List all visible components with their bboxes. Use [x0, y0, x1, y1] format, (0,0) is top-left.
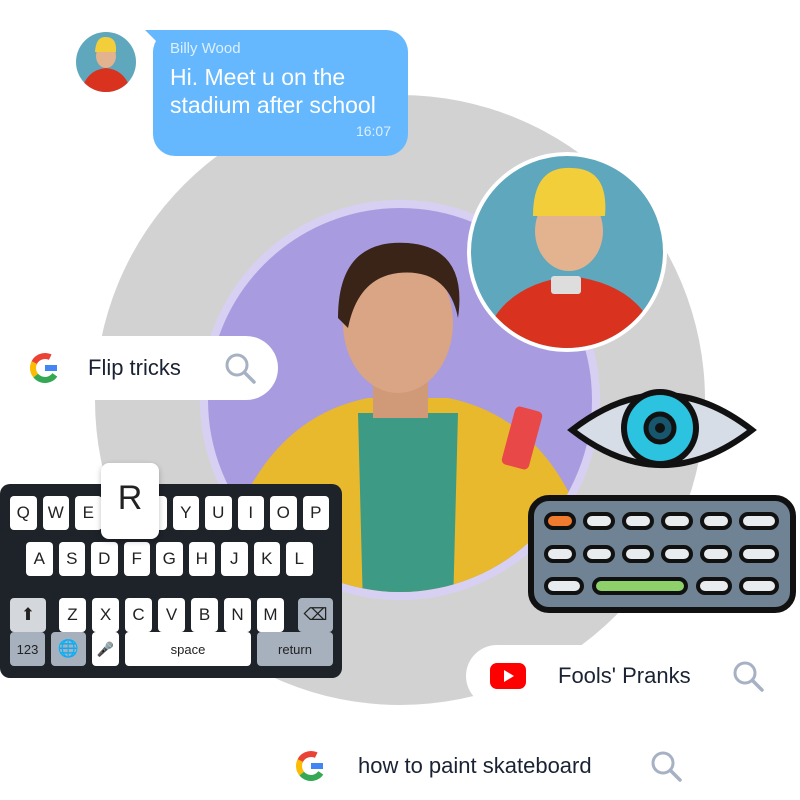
eye-icon: [567, 380, 757, 485]
backspace-key[interactable]: ⌫: [298, 598, 333, 632]
search-bar-google[interactable]: Flip tricks: [0, 336, 278, 400]
search-query: how to paint skateboard: [358, 753, 592, 778]
key-b[interactable]: B: [191, 598, 218, 632]
key-i[interactable]: I: [237, 496, 264, 530]
chat-message-line-1: Hi. Meet u on the: [170, 64, 346, 90]
avatar[interactable]: [76, 32, 136, 92]
key-f[interactable]: F: [123, 542, 150, 576]
key-k[interactable]: K: [253, 542, 280, 576]
key-m[interactable]: M: [257, 598, 284, 632]
space-key[interactable]: space: [125, 632, 251, 666]
chat-time: 16:07: [355, 123, 391, 139]
search-icon[interactable]: [222, 350, 258, 386]
google-logo-icon: [296, 751, 326, 781]
search-bar-google-bottom[interactable]: how to paint skateboard: [294, 748, 684, 784]
key-o[interactable]: O: [270, 496, 297, 530]
key-x[interactable]: X: [92, 598, 119, 632]
key-n[interactable]: N: [224, 598, 251, 632]
search-bar-youtube[interactable]: Fools' Pranks: [466, 645, 800, 707]
numbers-key[interactable]: 123: [10, 632, 45, 666]
key-a[interactable]: A: [26, 542, 53, 576]
bubble-tail: [145, 30, 175, 50]
search-query: Fools' Pranks: [558, 663, 691, 688]
boy-photo: [467, 152, 667, 352]
key-h[interactable]: H: [188, 542, 215, 576]
chat-message-line-2: stadium after school: [170, 92, 376, 118]
key-d[interactable]: D: [91, 542, 118, 576]
key-c[interactable]: C: [125, 598, 152, 632]
youtube-logo-icon: [490, 663, 526, 689]
key-u[interactable]: U: [205, 496, 232, 530]
key-s[interactable]: S: [58, 542, 85, 576]
key-z[interactable]: Z: [59, 598, 86, 632]
microphone-icon: 🎤: [96, 640, 115, 657]
microphone-key[interactable]: 🎤: [92, 632, 119, 666]
key-p[interactable]: P: [302, 496, 329, 530]
return-key[interactable]: return: [257, 632, 333, 666]
google-logo-icon: [30, 353, 61, 383]
key-e[interactable]: E: [75, 496, 102, 530]
shift-arrow-icon: ⬆: [20, 605, 36, 624]
key-j[interactable]: J: [221, 542, 248, 576]
key-w[interactable]: W: [42, 496, 69, 530]
globe-key[interactable]: 🌐: [51, 632, 86, 666]
backspace-icon: ⌫: [303, 605, 328, 624]
key-popup: R: [101, 463, 159, 539]
shift-key[interactable]: ⬆: [10, 598, 46, 632]
key-y[interactable]: Y: [172, 496, 199, 530]
onscreen-keyboard: ⬆ ⌫ 123 🌐 🎤 space return QWERTYUIOPASDFG…: [0, 484, 342, 678]
globe-icon: 🌐: [57, 639, 80, 658]
search-query: Flip tricks: [88, 355, 181, 380]
search-icon[interactable]: [730, 658, 766, 694]
search-icon[interactable]: [648, 748, 684, 784]
chat-bubble: Billy Wood Hi. Meet u on the stadium aft…: [145, 30, 408, 156]
chat-sender: Billy Wood: [170, 40, 241, 57]
key-l[interactable]: L: [286, 542, 313, 576]
key-g[interactable]: G: [156, 542, 183, 576]
key-v[interactable]: V: [158, 598, 185, 632]
key-q[interactable]: Q: [10, 496, 37, 530]
keyboard-icon: [528, 495, 796, 618]
